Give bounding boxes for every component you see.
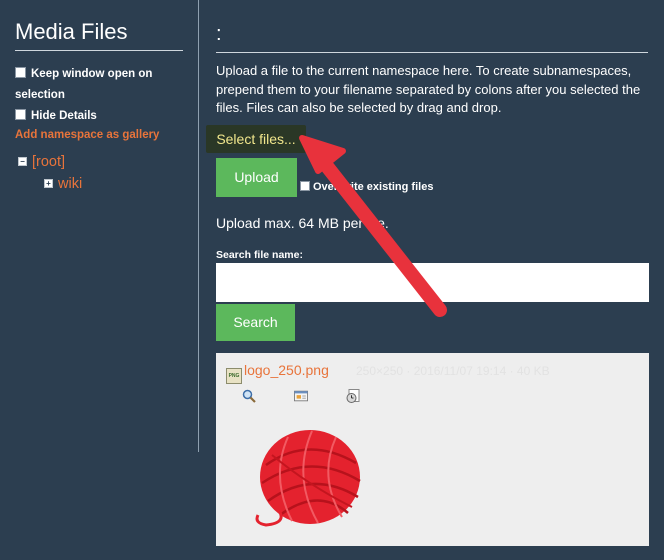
hide-details-checkbox[interactable] [15,109,26,120]
media-sidebar: Media Files Keep window open on selectio… [0,0,198,560]
tree-item-root[interactable]: − [root] [18,154,65,170]
file-link[interactable]: PNG logo_250.png [226,362,329,384]
tree-wiki-label[interactable]: wiki [58,176,82,192]
upload-button[interactable]: Upload [216,158,297,197]
magnify-icon[interactable] [242,389,256,403]
tree-item-wiki[interactable]: + wiki [44,176,82,192]
overwrite-label: Overwrite existing files [313,181,434,193]
keep-window-open-label: Keep window open on [31,68,153,80]
keep-window-open-checkbox[interactable] [15,67,26,78]
search-file-input[interactable] [216,263,649,302]
yarn-ball-thumbnail[interactable] [248,425,368,530]
insert-link-icon[interactable] [294,389,308,403]
keep-window-open-option[interactable]: Keep window open on [15,64,152,85]
upload-instructions-line: prepend them to your filename separated … [216,81,641,97]
history-icon[interactable] [346,389,360,403]
add-namespace-gallery-link[interactable]: Add namespace as gallery [15,129,159,141]
tree-root-label[interactable]: [root] [32,154,65,170]
hide-details-option[interactable]: Hide Details [15,106,97,127]
sidebar-divider [198,0,199,452]
overwrite-checkbox[interactable] [300,181,310,191]
collapse-icon[interactable]: − [18,157,27,166]
search-file-label: Search file name: [216,249,303,261]
upload-max-size-text: Upload max. 64 MB per file. [216,215,389,231]
expand-icon[interactable]: + [44,179,53,188]
upload-instructions-line: files. Files can also be selected by dra… [216,100,502,115]
hide-details-label: Hide Details [31,110,97,122]
select-files-button[interactable]: Select files... [206,125,306,153]
file-list-panel: PNG logo_250.png 250×250 · 2016/11/07 19:… [216,353,649,546]
search-button[interactable]: Search [216,304,295,341]
file-name[interactable]: logo_250.png [244,362,329,378]
namespace-heading: : [216,22,648,53]
sidebar-title: Media Files [15,18,183,51]
overwrite-option[interactable]: Overwrite existing files [300,181,433,193]
keep-window-open-label-cont: selection [15,89,65,101]
file-meta: 250×250 · 2016/11/07 19:14 · 40 KB [356,364,550,378]
upload-instructions-line: Upload a file to the current namespace h… [216,63,632,78]
upload-instructions: Upload a file to the current namespace h… [216,62,652,118]
png-file-icon: PNG [226,368,242,384]
